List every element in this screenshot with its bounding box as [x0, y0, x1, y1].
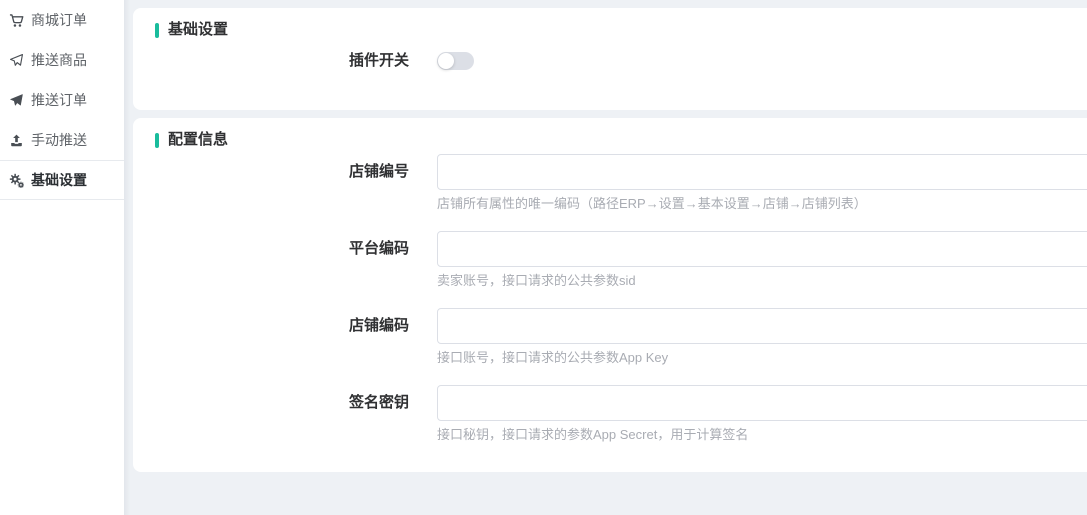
signature-key-hint: 接口秘钥，接口请求的参数App Secret，用于计算签名	[437, 426, 1087, 443]
sidebar-item-push-orders[interactable]: 推送订单	[0, 80, 124, 120]
shop-code-label: 店铺编码	[155, 308, 409, 344]
sidebar-item-label: 推送商品	[31, 50, 87, 70]
shop-number-hint: 店铺所有属性的唯一编码（路径ERP→设置→基本设置→店铺→店铺列表）	[437, 195, 1087, 212]
plugin-switch-row: 插件开关	[155, 52, 1087, 70]
sidebar-item-label: 商城订单	[31, 10, 87, 30]
shop-number-label: 店铺编号	[155, 154, 409, 190]
signature-key-input[interactable]	[437, 385, 1087, 421]
platform-code-hint: 卖家账号，接口请求的公共参数sid	[437, 272, 1087, 289]
platform-code-label: 平台编码	[155, 231, 409, 267]
field-row-signature-key: 签名密钥 接口秘钥，接口请求的参数App Secret，用于计算签名	[155, 385, 1087, 443]
sidebar-item-manual-push[interactable]: 手动推送	[0, 120, 124, 160]
sidebar-item-label: 基础设置	[31, 170, 87, 190]
section-title: 基础设置	[168, 22, 228, 38]
section-header-config-info: 配置信息	[155, 132, 1087, 148]
main-content: 基础设置 插件开关 配置信息 店铺编号 店铺所有属性的唯一编码（路径ERP→设置…	[133, 0, 1087, 515]
paper-plane-outline-icon	[8, 52, 24, 68]
sidebar-content-divider	[124, 0, 133, 515]
basic-settings-card: 基础设置 插件开关	[133, 8, 1087, 110]
sidebar-item-basic-settings[interactable]: 基础设置	[0, 160, 124, 200]
field-row-platform-code: 平台编码 卖家账号，接口请求的公共参数sid	[155, 231, 1087, 289]
sidebar-item-push-products[interactable]: 推送商品	[0, 40, 124, 80]
toggle-knob	[438, 53, 454, 69]
sidebar-item-label: 手动推送	[31, 130, 87, 150]
upload-icon	[8, 132, 24, 148]
sidebar: 商城订单 推送商品 推送订单 手动推送	[0, 0, 124, 515]
section-header-basic-settings: 基础设置	[155, 22, 1087, 38]
shop-number-input[interactable]	[437, 154, 1087, 190]
signature-key-label: 签名密钥	[155, 385, 409, 421]
gears-icon	[8, 172, 24, 188]
sidebar-item-mall-orders[interactable]: 商城订单	[0, 0, 124, 40]
section-accent-bar	[155, 23, 159, 38]
paper-plane-icon	[8, 92, 24, 108]
plugin-switch-label: 插件开关	[155, 52, 409, 70]
shop-code-input[interactable]	[437, 308, 1087, 344]
field-row-shop-number: 店铺编号 店铺所有属性的唯一编码（路径ERP→设置→基本设置→店铺→店铺列表）	[155, 154, 1087, 212]
field-row-shop-code: 店铺编码 接口账号，接口请求的公共参数App Key	[155, 308, 1087, 366]
platform-code-input[interactable]	[437, 231, 1087, 267]
section-accent-bar	[155, 133, 159, 148]
shop-code-hint: 接口账号，接口请求的公共参数App Key	[437, 349, 1087, 366]
cart-icon	[8, 12, 24, 28]
config-info-card: 配置信息 店铺编号 店铺所有属性的唯一编码（路径ERP→设置→基本设置→店铺→店…	[133, 118, 1087, 472]
section-title: 配置信息	[168, 132, 228, 148]
plugin-switch-toggle[interactable]	[437, 52, 474, 70]
sidebar-item-label: 推送订单	[31, 90, 87, 110]
